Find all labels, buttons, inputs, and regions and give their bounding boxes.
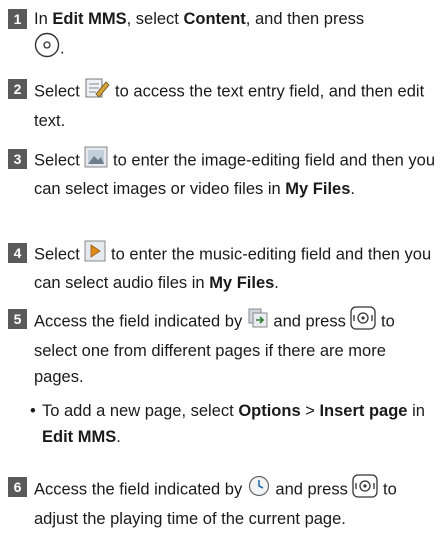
nav-key-icon — [352, 474, 379, 506]
music-icon — [84, 240, 106, 270]
step-number: 4 — [8, 243, 27, 263]
step-4: 4 Select to enter the music-editing fiel… — [8, 240, 436, 296]
step-text: In Edit MMS, select Content, and then pr… — [34, 6, 436, 66]
step-number: 3 — [8, 149, 27, 169]
manual-page: { "steps": [ {"num": "1", "a": "In ", "b… — [0, 0, 441, 533]
step-text: Access the field indicated by and press … — [34, 474, 436, 532]
step-number: 5 — [8, 309, 27, 329]
step-text: Select to enter the image-editing field … — [34, 146, 436, 202]
bullet-icon: • — [30, 402, 36, 420]
step-5: 5 Access the field indicated by and pres… — [8, 306, 436, 390]
sub-bullet: • To add a new page, select Options > In… — [30, 398, 435, 450]
step-number: 6 — [8, 477, 27, 497]
step-3: 3 Select to enter the image-editing fiel… — [8, 146, 436, 202]
step-text: Select to access the text entry field, a… — [34, 76, 436, 134]
nav-key-icon — [350, 306, 377, 338]
text-edit-icon — [84, 76, 110, 108]
step-6: 6 Access the field indicated by and pres… — [8, 474, 436, 532]
step-number: 1 — [8, 9, 27, 29]
image-icon — [84, 146, 108, 176]
clock-icon — [247, 475, 271, 505]
select-key-icon — [34, 32, 60, 66]
step-1: 1 In Edit MMS, select Content, and then … — [8, 6, 436, 66]
sub-bullet-text: To add a new page, select Options > Inse… — [42, 402, 425, 446]
pages-icon — [247, 307, 269, 337]
step-text: Select to enter the music-editing field … — [34, 240, 436, 296]
step-text: Access the field indicated by and press … — [34, 306, 436, 390]
step-2: 2 Select to access the text entry field,… — [8, 76, 436, 134]
step-number: 2 — [8, 79, 27, 99]
